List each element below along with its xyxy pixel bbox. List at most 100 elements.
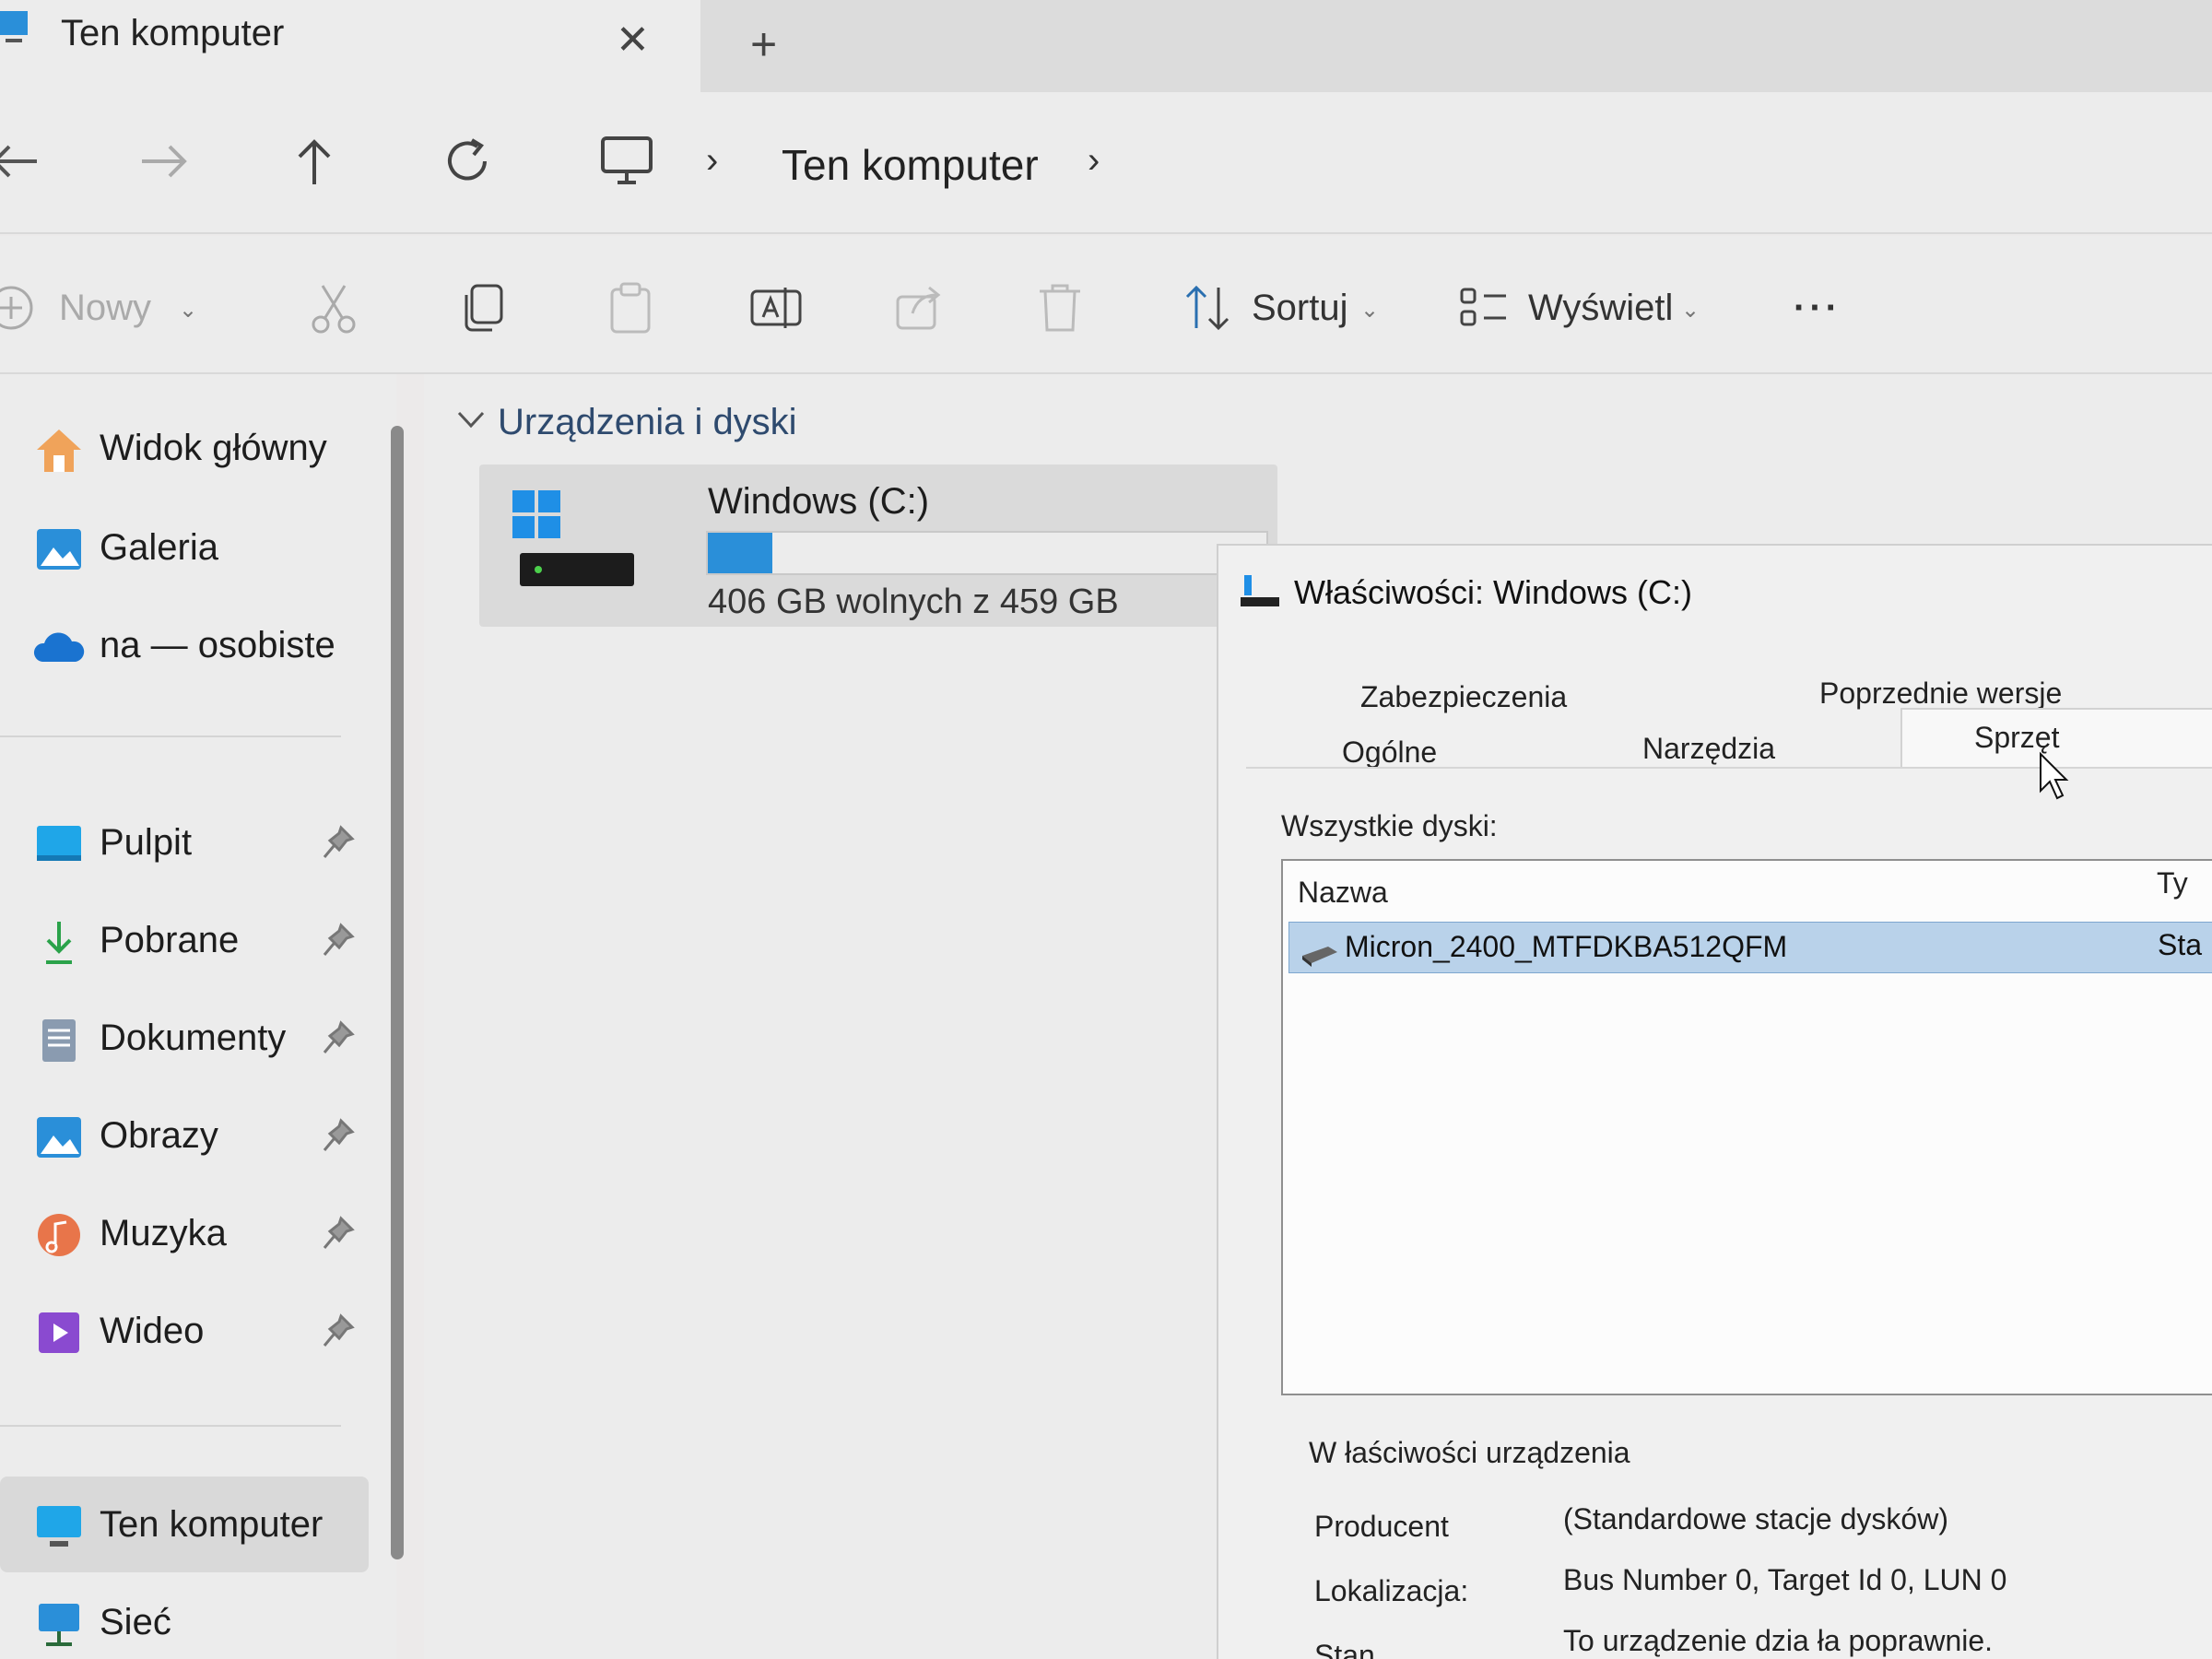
this-pc-icon [0,11,28,42]
drive-name: Windows (C:) [708,481,930,522]
mouse-cursor-icon [2040,751,2069,800]
sidebar-item-gallery[interactable]: Galeria [0,507,369,590]
forward-arrow-icon[interactable] [133,129,197,194]
disk-name: Micron_2400_MTFDKBA512QFM [1345,930,1788,963]
prop-label-status: Stan [1314,1639,1375,1659]
sidebar-item-documents[interactable]: Dokumenty [0,997,369,1080]
paste-icon[interactable] [605,280,656,335]
tab-this-pc[interactable]: Ten komputer ✕ [0,0,700,92]
new-button[interactable]: Nowy [59,288,151,329]
sort-button[interactable]: Sortuj [1252,288,1348,329]
title-bar: Ten komputer ✕ + [0,0,2212,92]
chevron-down-icon: ⌄ [1681,298,1700,323]
tab-title: Ten komputer [61,13,285,53]
rename-icon[interactable] [748,280,804,335]
view-icon[interactable] [1458,280,1510,335]
command-bar: Nowy ⌄ Sortuj ⌄ Wyświetl ⌄ ··· [0,236,2212,374]
windows-drive-icon [512,490,634,586]
column-header-type[interactable]: Ty [2157,866,2188,900]
disk-list[interactable]: Nazwa Ty Micron_2400_MTFDKBA512QFM Sta [1281,859,2212,1395]
breadcrumb-this-pc[interactable]: Ten komputer [782,140,1039,190]
divider [0,1425,341,1427]
share-icon[interactable] [892,280,947,335]
sidebar-item-music[interactable]: Muzyka [0,1193,369,1276]
drive-usage-fill [708,533,772,573]
breadcrumb-chevron-icon[interactable]: › [1088,140,1100,182]
navigation-bar: › Ten komputer › [0,92,2212,234]
gallery-icon [37,529,81,570]
drive-tile-c[interactable]: Windows (C:) 406 GB wolnych z 459 GB [479,465,1277,627]
prop-label-manufacturer: Producent [1314,1510,1449,1543]
dialog-title: Właściwości: Windows (C:) [1294,573,1693,611]
navigation-pane: Widok główny Galeria na — osobiste Pulpi… [0,374,404,1659]
group-header[interactable]: Urządzenia i dyski [498,402,797,443]
tab-previous-versions[interactable]: Poprzednie wersje [1819,677,2062,711]
computer-icon[interactable] [599,133,654,188]
pictures-icon [37,1117,81,1158]
pin-icon[interactable] [321,1215,356,1252]
prop-value-location: Bus Number 0, Target Id 0, LUN 0 [1563,1563,2007,1596]
close-tab-icon[interactable]: ✕ [616,17,650,64]
table-row[interactable]: Micron_2400_MTFDKBA512QFM Sta [1288,922,2212,973]
back-arrow-icon[interactable] [0,129,46,194]
drive-icon [1241,575,1279,606]
sidebar-scrollbar[interactable] [391,426,404,1559]
tab-general[interactable]: Ogólne [1342,735,1437,770]
sort-icon[interactable] [1182,280,1233,335]
sidebar-item-home[interactable]: Widok główny [0,407,369,490]
breadcrumb-chevron-icon[interactable]: › [706,140,718,182]
chevron-down-icon: ⌄ [1360,298,1380,323]
tab-tools[interactable]: Narzędzia [1642,732,1775,766]
chevron-down-icon: ⌄ [179,298,198,323]
divider [0,735,341,737]
sidebar-item-downloads[interactable]: Pobrane [0,900,369,982]
sidebar-item-onedrive[interactable]: na — osobiste [0,605,369,688]
chevron-down-icon[interactable] [455,407,487,431]
sidebar-item-label: Wideo [100,1311,205,1351]
new-tab-button[interactable]: + [750,17,777,72]
tab-security[interactable]: Zabezpieczenia [1360,680,1567,714]
refresh-icon[interactable] [435,129,500,194]
sidebar-item-label: Muzyka [100,1213,227,1253]
device-properties-title: W łaściwości urządzenia [1309,1436,1630,1469]
prop-label-location: Lokalizacja: [1314,1574,1469,1607]
sidebar-item-label: na — osobiste [100,625,335,665]
sidebar-item-network[interactable]: Sieć [0,1582,369,1659]
download-icon [46,922,72,964]
prop-value-status: To urządzenie dzia ła poprawnie. [1563,1624,1994,1657]
up-arrow-icon[interactable] [282,129,347,194]
view-button[interactable]: Wyświetl [1528,288,1673,329]
column-header-name[interactable]: Nazwa [1298,876,1388,910]
sidebar-item-label: Pobrane [100,920,240,960]
documents-icon [42,1019,76,1062]
sidebar-item-label: Ten komputer [100,1504,324,1545]
home-icon [37,429,81,472]
hard-disk-icon [1302,947,1337,967]
sidebar-item-desktop[interactable]: Pulpit [0,802,369,885]
pin-icon[interactable] [321,1019,356,1056]
cut-icon[interactable] [308,280,359,335]
onedrive-icon [33,632,85,662]
new-plus-icon[interactable] [0,280,39,335]
video-icon [39,1312,79,1353]
properties-dialog: Właściwości: Windows (C:) Zabezpieczenia… [1217,544,2212,1659]
sidebar-item-this-pc[interactable]: Ten komputer [0,1484,369,1567]
sidebar-item-label: Dokumenty [100,1018,287,1058]
more-options-button[interactable]: ··· [1794,288,1841,329]
pin-icon[interactable] [321,1117,356,1154]
sidebar-item-label: Pulpit [100,822,193,863]
drive-usage-bar [706,531,1268,575]
sidebar-item-label: Galeria [100,527,218,568]
network-icon [39,1604,79,1646]
this-pc-icon [37,1506,81,1547]
pin-icon[interactable] [321,824,356,861]
desktop-icon [37,826,81,861]
sidebar-item-label: Obrazy [100,1115,218,1156]
delete-icon[interactable] [1034,280,1086,335]
copy-icon[interactable] [457,280,509,335]
sidebar-item-videos[interactable]: Wideo [0,1290,369,1373]
music-icon [38,1214,80,1256]
sidebar-item-pictures[interactable]: Obrazy [0,1095,369,1178]
pin-icon[interactable] [321,1312,356,1349]
pin-icon[interactable] [321,922,356,959]
